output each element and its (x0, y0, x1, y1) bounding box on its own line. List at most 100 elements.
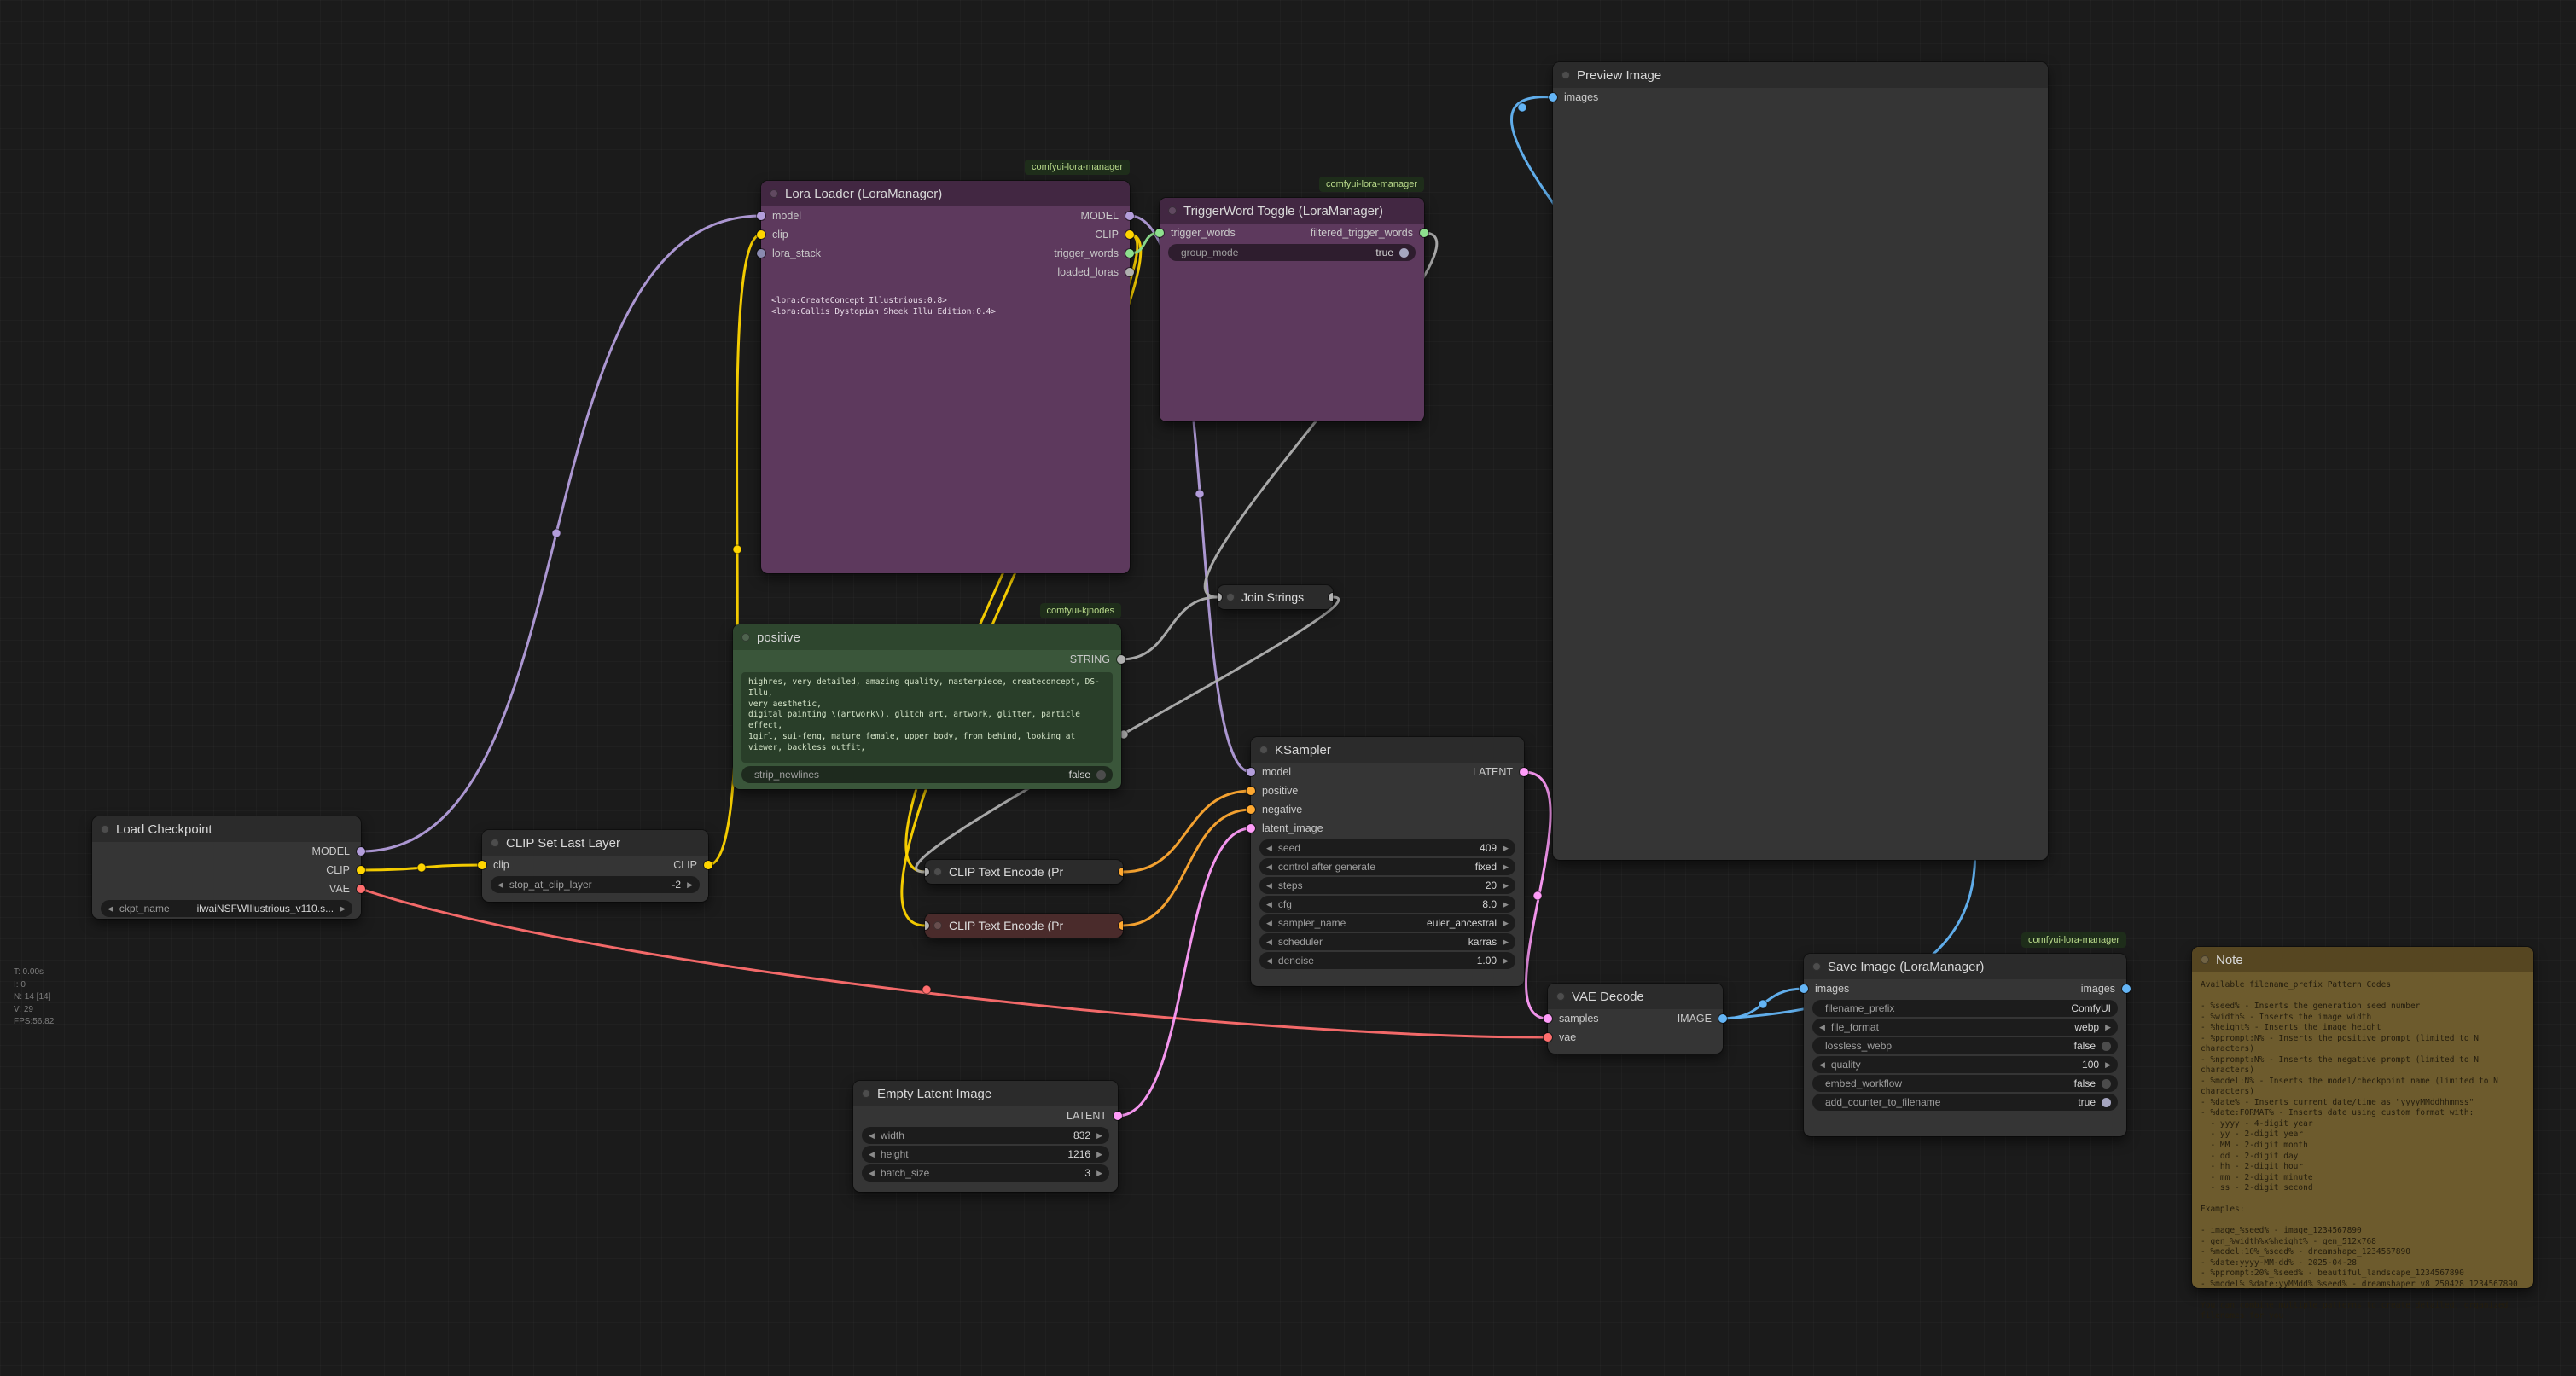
widget-ckpt-name[interactable]: ◀ ckpt_name ilwaiNSFWIllustrious_v110.s.… (101, 900, 352, 917)
input-pin-clip[interactable] (757, 230, 765, 239)
output-pin-clip[interactable] (1125, 230, 1134, 239)
node-title-bar[interactable]: KSampler (1251, 737, 1524, 763)
collapse-dot-icon[interactable] (2201, 955, 2209, 964)
next-arrow-icon[interactable]: ▶ (2105, 1061, 2111, 1069)
node-join-strings[interactable]: comfyui-kjnodes Join Strings (1218, 585, 1333, 609)
node-title-bar[interactable]: Load Checkpoint (92, 816, 361, 842)
prev-arrow-icon[interactable]: ◀ (497, 881, 503, 889)
widget-seed[interactable]: ◀ seed 409 ▶ (1259, 839, 1515, 856)
widget-filename-prefix[interactable]: filename_prefix ComfyUI (1812, 1000, 2118, 1017)
node-title-bar[interactable]: Lora Loader (LoraManager) (761, 181, 1130, 206)
widget-strip-newlines[interactable]: strip_newlines false (741, 766, 1113, 783)
collapse-dot-icon[interactable] (1226, 593, 1235, 601)
node-clip-set-last-layer[interactable]: CLIP Set Last Layer clip CLIP ◀ stop_at_… (482, 830, 708, 902)
node-save-image[interactable]: comfyui-lora-manager Save Image (LoraMan… (1804, 954, 2126, 1136)
widget-file-format[interactable]: ◀ file_format webp ▶ (1812, 1019, 2118, 1036)
prev-arrow-icon[interactable]: ◀ (1266, 957, 1272, 965)
input-pin-vae[interactable] (1544, 1033, 1552, 1042)
input-pin-model[interactable] (1247, 768, 1255, 776)
input-pin[interactable] (925, 921, 929, 930)
node-title-bar[interactable]: Note (2192, 947, 2533, 972)
input-pin-lora-stack[interactable] (757, 249, 765, 258)
next-arrow-icon[interactable]: ▶ (1503, 938, 1509, 946)
output-pin-image[interactable] (1718, 1014, 1727, 1023)
node-clip-text-encode-positive[interactable]: CLIP Text Encode (Pr (925, 860, 1123, 884)
input-pin-images[interactable] (1800, 984, 1808, 993)
collapse-dot-icon[interactable] (101, 825, 109, 833)
collapse-dot-icon[interactable] (1556, 992, 1565, 1001)
node-vae-decode[interactable]: VAE Decode samples IMAGE vae (1548, 984, 1723, 1054)
next-arrow-icon[interactable]: ▶ (1503, 863, 1509, 871)
next-arrow-icon[interactable]: ▶ (1096, 1132, 1102, 1140)
output-pin-trigger-words[interactable] (1125, 249, 1134, 258)
node-title-bar[interactable]: TriggerWord Toggle (LoraManager) (1160, 198, 1424, 224)
output-pin-clip[interactable] (704, 861, 712, 869)
node-title-bar[interactable]: Empty Latent Image (853, 1081, 1118, 1106)
widget-scheduler[interactable]: ◀ scheduler karras ▶ (1259, 933, 1515, 950)
widget-height[interactable]: ◀ height 1216 ▶ (862, 1146, 1109, 1163)
toggle-knob-icon[interactable] (2102, 1098, 2111, 1107)
node-graph-canvas[interactable]: Load Checkpoint MODEL CLIP VAE ◀ ckpt_na… (0, 0, 2576, 1376)
output-pin-latent[interactable] (1520, 768, 1528, 776)
widget-width[interactable]: ◀ width 832 ▶ (862, 1127, 1109, 1144)
input-pin-latent-image[interactable] (1247, 824, 1255, 833)
toggle-knob-icon[interactable] (1399, 248, 1409, 258)
output-pin-filtered-trigger-words[interactable] (1420, 229, 1428, 237)
prev-arrow-icon[interactable]: ◀ (1266, 901, 1272, 909)
widget-cfg[interactable]: ◀ cfg 8.0 ▶ (1259, 896, 1515, 913)
collapse-dot-icon[interactable] (862, 1089, 870, 1098)
input-pin-clip[interactable] (478, 861, 486, 869)
next-arrow-icon[interactable]: ▶ (687, 881, 693, 889)
next-arrow-icon[interactable]: ▶ (1503, 957, 1509, 965)
toggle-knob-icon[interactable] (2102, 1079, 2111, 1089)
node-positive-prompt[interactable]: comfyui-kjnodes positive STRING highres,… (733, 624, 1121, 789)
collapse-dot-icon[interactable] (1812, 962, 1821, 971)
output-pin-conditioning[interactable] (1119, 921, 1123, 930)
input-pin-model[interactable] (757, 212, 765, 220)
prompt-textarea[interactable]: highres, very detailed, amazing quality,… (741, 672, 1113, 763)
node-title-bar[interactable]: CLIP Set Last Layer (482, 830, 708, 856)
input-pin-strings[interactable] (1218, 593, 1222, 601)
input-pin-negative[interactable] (1247, 805, 1255, 814)
output-pin-latent[interactable] (1114, 1112, 1122, 1120)
output-pin-model[interactable] (357, 847, 365, 856)
toggle-knob-icon[interactable] (2102, 1042, 2111, 1051)
collapse-dot-icon[interactable] (933, 868, 942, 876)
widget-stop-at-clip-layer[interactable]: ◀ stop_at_clip_layer -2 ▶ (491, 876, 700, 893)
widget-steps[interactable]: ◀ steps 20 ▶ (1259, 877, 1515, 894)
input-pin-trigger-words[interactable] (1155, 229, 1164, 237)
toggle-knob-icon[interactable] (1096, 770, 1106, 780)
widget-sampler-name[interactable]: ◀ sampler_name euler_ancestral ▶ (1259, 914, 1515, 932)
node-title-bar[interactable]: VAE Decode (1548, 984, 1723, 1009)
prev-arrow-icon[interactable]: ◀ (1266, 845, 1272, 852)
widget-add-counter-to-filename[interactable]: add_counter_to_filename true (1812, 1094, 2118, 1111)
output-pin-vae[interactable] (357, 885, 365, 893)
widget-group-mode[interactable]: group_mode true (1168, 244, 1416, 261)
prev-arrow-icon[interactable]: ◀ (1266, 920, 1272, 927)
node-clip-text-encode-negative[interactable]: CLIP Text Encode (Pr (925, 914, 1123, 938)
node-load-checkpoint[interactable]: Load Checkpoint MODEL CLIP VAE ◀ ckpt_na… (92, 816, 361, 919)
collapse-dot-icon[interactable] (770, 189, 778, 198)
output-pin-conditioning[interactable] (1119, 868, 1123, 876)
next-arrow-icon[interactable]: ▶ (1096, 1151, 1102, 1158)
prev-arrow-icon[interactable]: ◀ (869, 1132, 875, 1140)
next-arrow-icon[interactable]: ▶ (1096, 1170, 1102, 1177)
next-arrow-icon[interactable]: ▶ (1503, 882, 1509, 890)
output-pin-images[interactable] (2122, 984, 2131, 993)
collapse-dot-icon[interactable] (1259, 746, 1268, 754)
output-pin-model[interactable] (1125, 212, 1134, 220)
node-preview-image[interactable]: Preview Image images (1553, 62, 2048, 860)
node-triggerword-toggle[interactable]: comfyui-lora-manager TriggerWord Toggle … (1160, 198, 1424, 421)
prev-arrow-icon[interactable]: ◀ (1819, 1061, 1825, 1069)
widget-quality[interactable]: ◀ quality 100 ▶ (1812, 1056, 2118, 1073)
node-title-bar[interactable]: positive (733, 624, 1121, 650)
prev-arrow-icon[interactable]: ◀ (869, 1170, 875, 1177)
prev-arrow-icon[interactable]: ◀ (1266, 863, 1272, 871)
collapse-dot-icon[interactable] (1561, 71, 1570, 79)
next-arrow-icon[interactable]: ▶ (1503, 901, 1509, 909)
collapse-dot-icon[interactable] (933, 921, 942, 930)
node-empty-latent-image[interactable]: Empty Latent Image LATENT ◀ width 832 ▶ … (853, 1081, 1118, 1192)
prev-arrow-icon[interactable]: ◀ (108, 905, 113, 913)
output-pin-string[interactable] (1117, 655, 1125, 664)
input-pin-positive[interactable] (1247, 787, 1255, 795)
